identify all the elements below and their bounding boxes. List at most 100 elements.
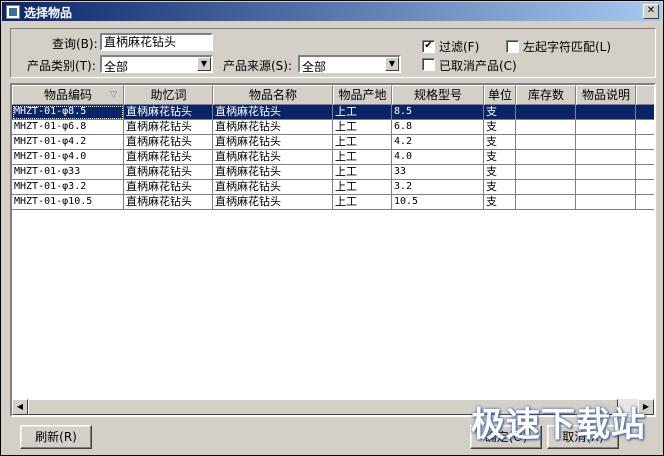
cell-description (576, 150, 636, 165)
table-body: MHZT-01-φ8.5 直柄麻花钻头 直柄麻花钻头 上工 8.5 支 MHZT-01-φ6… (12, 105, 654, 210)
chevron-down-icon[interactable]: ▼ (197, 57, 211, 71)
table-row[interactable]: MHZT-01-φ3.2 直柄麻花钻头 直柄麻花钻头 上工 3.2 支 (12, 180, 654, 195)
cell-name: 直柄麻花钻头 (213, 120, 333, 135)
cell-origin: 上工 (333, 165, 392, 180)
cell-unit: 支 (484, 195, 516, 210)
cell-code: MHZT-01-φ8.5 (12, 105, 124, 120)
column-header-name[interactable]: 物品名称 (213, 85, 333, 105)
column-header-origin[interactable]: 物品产地 (333, 85, 392, 105)
cell-mnemonic: 直柄麻花钻头 (124, 150, 213, 165)
cell-filler (636, 120, 654, 135)
cell-mnemonic: 直柄麻花钻头 (124, 105, 213, 120)
title-bar: 选择物品 ✕ (2, 2, 662, 21)
select-item-dialog: 选择物品 ✕ 查询(B): 直柄麻花钻头 产品类别(T): 全部 ▼ 产品来源(… (0, 0, 664, 456)
column-header-filler (636, 85, 654, 105)
column-header-description[interactable]: 物品说明 (576, 85, 636, 105)
cell-filler (636, 195, 654, 210)
cell-name: 直柄麻花钻头 (213, 105, 333, 120)
cell-name: 直柄麻花钻头 (213, 180, 333, 195)
cell-stock (516, 105, 576, 120)
cell-spec: 4.0 (392, 150, 484, 165)
cell-unit: 支 (484, 180, 516, 195)
cell-description (576, 105, 636, 120)
cell-mnemonic: 直柄麻花钻头 (124, 120, 213, 135)
cell-name: 直柄麻花钻头 (213, 150, 333, 165)
table-row[interactable]: MHZT-01-φ8.5 直柄麻花钻头 直柄麻花钻头 上工 8.5 支 (12, 105, 654, 120)
close-button[interactable]: ✕ (643, 4, 659, 19)
scroll-left-icon[interactable]: ◀ (12, 399, 28, 415)
column-header-mnemonic[interactable]: 助忆词 (124, 85, 213, 105)
column-header-stock[interactable]: 库存数 (516, 85, 576, 105)
window-title: 选择物品 (24, 6, 73, 20)
cancelled-products-checkbox[interactable] (422, 58, 435, 71)
table-row[interactable]: MHZT-01-φ10.5 直柄麻花钻头 直柄麻花钻头 上工 10.5 支 (12, 195, 654, 210)
item-table[interactable]: 物品编码 ▽ 助忆词 物品名称 物品产地 规格型号 单位 库存数 物品说明 MH… (10, 83, 656, 417)
sort-arrow-icon: ▽ (110, 90, 117, 100)
source-select[interactable]: 全部 ▼ (298, 55, 401, 74)
cell-unit: 支 (484, 150, 516, 165)
cell-spec: 33 (392, 165, 484, 180)
cell-code: MHZT-01-φ4.0 (12, 150, 124, 165)
cell-code: MHZT-01-φ33 (12, 165, 124, 180)
cell-unit: 支 (484, 135, 516, 150)
cell-filler (636, 180, 654, 195)
cell-mnemonic: 直柄麻花钻头 (124, 135, 213, 150)
cell-stock (516, 195, 576, 210)
cell-description (576, 195, 636, 210)
cell-stock (516, 180, 576, 195)
cell-stock (516, 165, 576, 180)
cell-origin: 上工 (333, 195, 392, 210)
cancelled-products-checkbox-label[interactable]: 已取消产品(C) (439, 57, 517, 74)
table-header: 物品编码 ▽ 助忆词 物品名称 物品产地 规格型号 单位 库存数 物品说明 (12, 85, 654, 105)
column-header-code[interactable]: 物品编码 ▽ (12, 85, 124, 105)
cell-origin: 上工 (333, 150, 392, 165)
cell-description (576, 120, 636, 135)
cell-name: 直柄麻花钻头 (213, 165, 333, 180)
chevron-down-icon[interactable]: ▼ (385, 57, 399, 71)
cell-code: MHZT-01-φ4.2 (12, 135, 124, 150)
cell-unit: 支 (484, 105, 516, 120)
table-row[interactable]: MHZT-01-φ6.8 直柄麻花钻头 直柄麻花钻头 上工 6.8 支 (12, 120, 654, 135)
filter-checkbox-label[interactable]: 过滤(F) (439, 38, 479, 55)
cell-origin: 上工 (333, 135, 392, 150)
source-label: 产品来源(S): (223, 59, 293, 73)
category-label: 产品类别(T): (27, 59, 96, 73)
cell-mnemonic: 直柄麻花钻头 (124, 165, 213, 180)
category-select[interactable]: 全部 ▼ (100, 55, 213, 74)
column-header-unit[interactable]: 单位 (484, 85, 516, 105)
cell-mnemonic: 直柄麻花钻头 (124, 180, 213, 195)
left-match-checkbox[interactable] (506, 40, 519, 53)
cell-code: MHZT-01-φ3.2 (12, 180, 124, 195)
cell-name: 直柄麻花钻头 (213, 195, 333, 210)
cell-stock (516, 150, 576, 165)
cell-name: 直柄麻花钻头 (213, 135, 333, 150)
cell-description (576, 180, 636, 195)
cell-spec: 3.2 (392, 180, 484, 195)
cell-unit: 支 (484, 120, 516, 135)
filter-checkbox[interactable]: ✔ (422, 40, 435, 53)
cell-spec: 8.5 (392, 105, 484, 120)
cell-spec: 10.5 (392, 195, 484, 210)
cell-stock (516, 135, 576, 150)
table-row[interactable]: MHZT-01-φ4.2 直柄麻花钻头 直柄麻花钻头 上工 4.2 支 (12, 135, 654, 150)
watermark-text: 极速下载站 (471, 405, 646, 445)
cell-spec: 4.2 (392, 135, 484, 150)
cell-mnemonic: 直柄麻花钻头 (124, 195, 213, 210)
cell-filler (636, 150, 654, 165)
app-icon (6, 5, 20, 19)
query-label: 查询(B): (52, 37, 98, 51)
category-value: 全部 (104, 60, 129, 74)
table-row[interactable]: MHZT-01-φ33 直柄麻花钻头 直柄麻花钻头 上工 33 支 (12, 165, 654, 180)
source-value: 全部 (302, 60, 327, 74)
refresh-button[interactable]: 刷新(R) (20, 425, 92, 449)
cell-spec: 6.8 (392, 120, 484, 135)
cell-code: MHZT-01-φ6.8 (12, 120, 124, 135)
cell-description (576, 165, 636, 180)
query-input[interactable]: 直柄麻花钻头 (100, 33, 213, 51)
cell-description (576, 135, 636, 150)
column-header-spec[interactable]: 规格型号 (392, 85, 484, 105)
cell-filler (636, 165, 654, 180)
left-match-checkbox-label[interactable]: 左起字符匹配(L) (523, 38, 611, 55)
table-row[interactable]: MHZT-01-φ4.0 直柄麻花钻头 直柄麻花钻头 上工 4.0 支 (12, 150, 654, 165)
cell-origin: 上工 (333, 105, 392, 120)
